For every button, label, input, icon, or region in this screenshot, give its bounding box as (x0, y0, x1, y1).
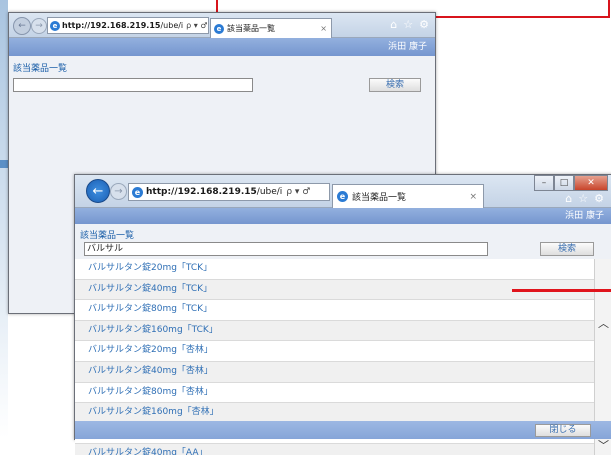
user-bar: 浜田 康子 (75, 208, 611, 224)
back-arrow-icon: ← (18, 21, 26, 31)
forward-arrow-icon: → (114, 186, 123, 197)
background-desktop-strip (0, 0, 8, 438)
list-item[interactable]: バルサルタン錠80mg「杏林」 (75, 383, 594, 404)
page-content: 該当薬品一覧 バルサル 検索 バルサルタン錠20mg「TCK」 バルサルタン錠4… (75, 224, 611, 455)
star-icon[interactable]: ☆ (578, 192, 588, 205)
gear-icon[interactable]: ⚙ (594, 192, 604, 205)
tab-close-icon[interactable]: × (320, 24, 327, 33)
list-item[interactable]: バルサルタン錠160mg「TCK」 (75, 320, 594, 342)
user-name: 浜田 康子 (388, 42, 427, 52)
scroll-up-icon[interactable]: ︿ (595, 315, 611, 331)
tab-current[interactable]: e 該当薬品一覧 × (332, 184, 484, 208)
tab-title: 該当薬品一覧 (352, 193, 407, 203)
home-icon[interactable]: ⌂ (390, 18, 397, 31)
address-bar[interactable]: e http://192.168.219.15/ube/i ρ ▾ ♂ (128, 183, 330, 201)
tab-title: 該当薬品一覧 (227, 24, 275, 33)
star-icon[interactable]: ☆ (403, 18, 413, 31)
minimize-button[interactable]: – (534, 175, 554, 191)
tab-ie-icon: e (214, 23, 224, 34)
tab-ie-icon: e (337, 191, 348, 202)
tab-current[interactable]: e 該当薬品一覧 × (210, 18, 332, 38)
address-path: /ube/i (160, 21, 184, 30)
home-icon[interactable]: ⌂ (565, 192, 572, 205)
forward-button[interactable]: → (110, 183, 127, 200)
address-host: http://192.168.219.15 (62, 21, 161, 30)
maximize-button[interactable]: □ (554, 175, 574, 191)
toolbar-icons: ⌂ ☆ ⚙ (565, 192, 604, 205)
search-button-label: 検索 (385, 80, 404, 90)
back-button[interactable]: ← (86, 179, 110, 203)
search-input[interactable] (13, 78, 253, 92)
user-name: 浜田 康子 (565, 211, 604, 221)
close-button-label: 閉じる (549, 425, 577, 435)
search-input-value: バルサル (87, 244, 124, 254)
gear-icon[interactable]: ⚙ (419, 18, 429, 31)
search-button-label: 検索 (557, 244, 576, 254)
address-controls[interactable]: ρ ▾ ♂ (286, 187, 310, 197)
close-button[interactable]: 閉じる (535, 424, 591, 437)
tab-close-icon[interactable]: × (469, 192, 477, 202)
highlight-red-line (512, 289, 611, 292)
address-controls[interactable]: ρ ▾ ♂ (186, 21, 207, 30)
search-button[interactable]: 検索 (540, 242, 594, 256)
scroll-down-icon[interactable]: ﹀ (595, 437, 611, 453)
browser-toolbar: ← → e http://192.168.219.15/ube/i ρ ▾ ♂ … (75, 175, 611, 208)
list-item[interactable]: バルサルタン錠40mg「AA」 (75, 444, 594, 455)
ie-icon: e (132, 186, 143, 198)
toolbar-icons: ⌂ ☆ ⚙ (390, 18, 429, 31)
page-title: 該当薬品一覧 (80, 231, 135, 241)
address-path: /ube/i (256, 187, 283, 197)
list-item[interactable]: バルサルタン錠20mg「TCK」 (75, 259, 594, 280)
back-arrow-icon: ← (92, 183, 104, 199)
window-controls: – □ ✕ (534, 175, 608, 191)
user-bar: 浜田 康子 (9, 38, 435, 56)
page-title: 該当薬品一覧 (13, 64, 68, 74)
ie-icon: e (50, 20, 60, 31)
forward-button[interactable]: → (31, 18, 47, 34)
address-bar[interactable]: e http://192.168.219.15/ube/i ρ ▾ ♂ (47, 17, 209, 34)
close-window-button[interactable]: ✕ (574, 175, 608, 191)
back-button[interactable]: ← (13, 17, 31, 35)
list-item[interactable]: バルサルタン錠20mg「杏林」 (75, 341, 594, 362)
forward-arrow-icon: → (35, 21, 43, 31)
list-item[interactable]: バルサルタン錠40mg「杏林」 (75, 361, 594, 383)
address-host: http://192.168.219.15 (146, 187, 257, 197)
search-input[interactable]: バルサル (84, 242, 488, 256)
browser-toolbar: ← → e http://192.168.219.15/ube/i ρ ▾ ♂ … (9, 13, 435, 38)
search-button[interactable]: 検索 (369, 78, 421, 92)
browser-window-front: ← → e http://192.168.219.15/ube/i ρ ▾ ♂ … (74, 174, 611, 455)
bottom-bar: 閉じる (75, 421, 611, 439)
list-item[interactable]: バルサルタン錠80mg「TCK」 (75, 300, 594, 321)
